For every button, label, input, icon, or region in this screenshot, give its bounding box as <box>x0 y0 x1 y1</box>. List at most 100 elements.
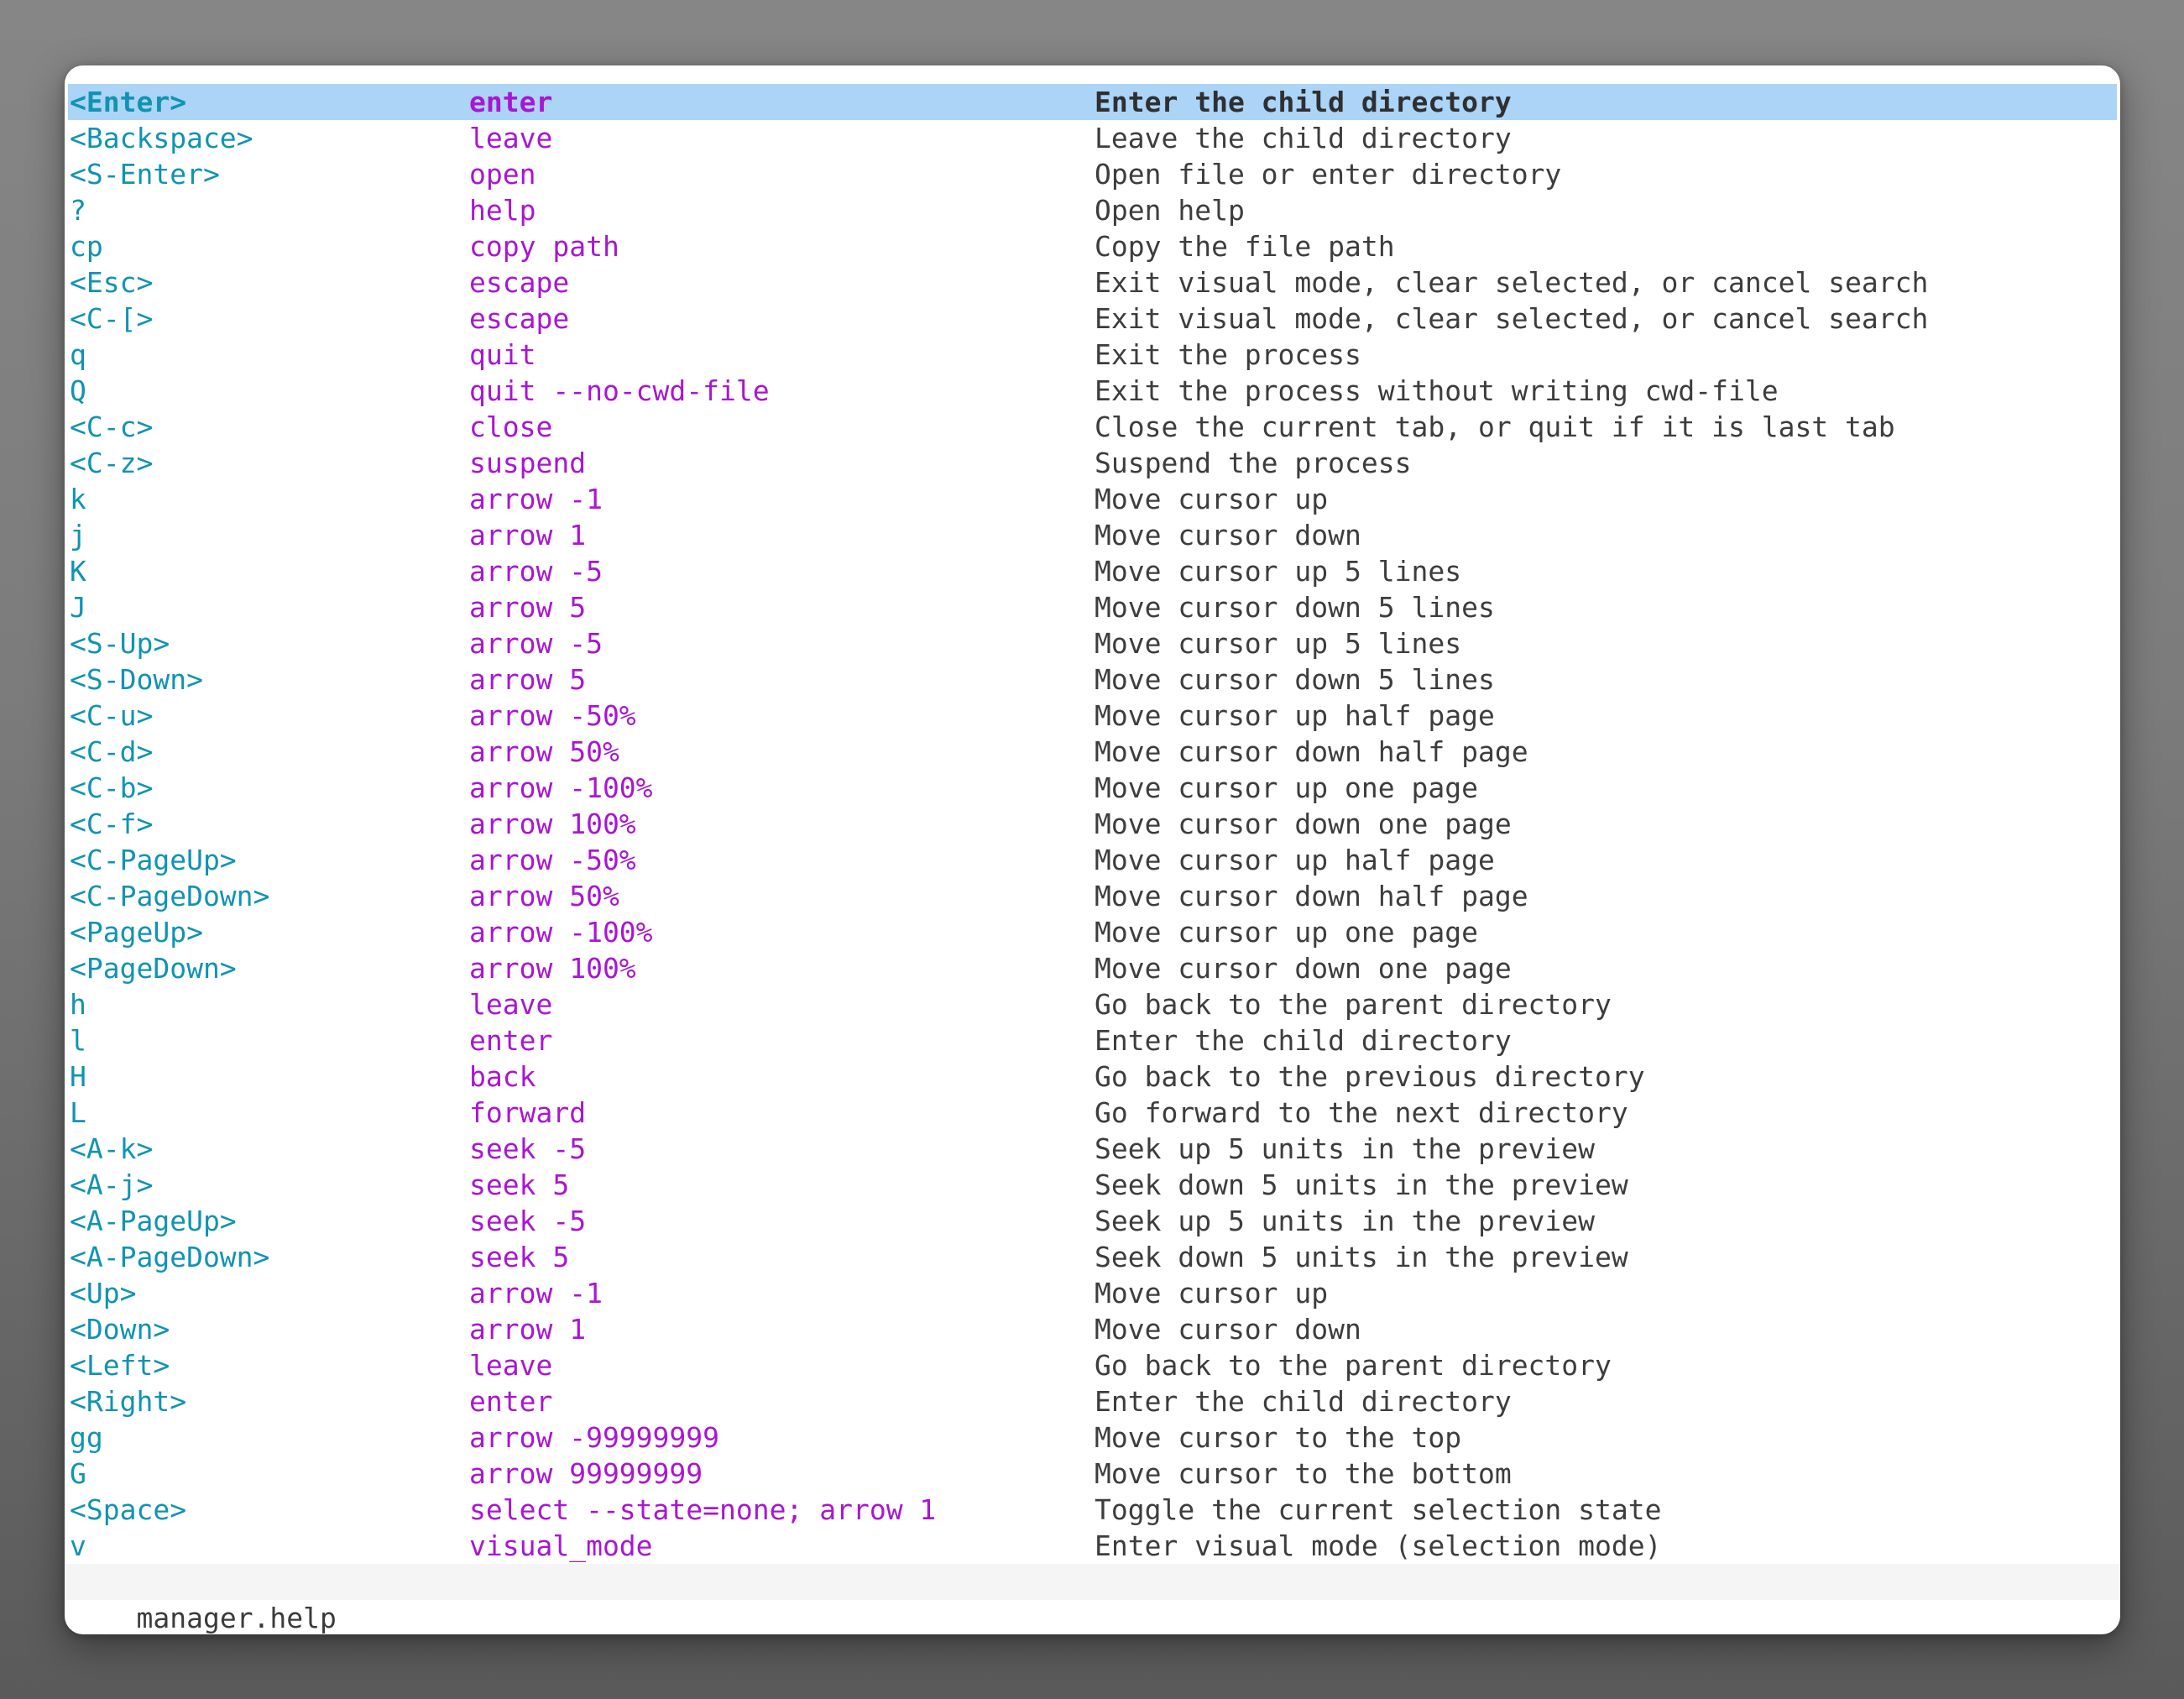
keybind-row[interactable]: <C-u> arrow -50% Move cursor up half pag… <box>68 698 2117 734</box>
keybind-row[interactable]: <Down> arrow 1 Move cursor down <box>68 1311 2117 1347</box>
keybind-row[interactable]: <PageUp> arrow -100% Move cursor up one … <box>68 914 2117 950</box>
keybind-command: forward <box>469 1095 1095 1131</box>
keybind-command: enter <box>469 1022 1095 1059</box>
keybind-row[interactable]: cp copy path Copy the file path <box>68 228 2117 264</box>
keybind-row[interactable]: <A-PageUp> seek -5 Seek up 5 units in th… <box>68 1203 2117 1239</box>
keybind-description: Move cursor up 5 lines <box>1095 625 2117 661</box>
keybind-description: Enter visual mode (selection mode) <box>1095 1528 2117 1564</box>
keybind-description: Enter the child directory <box>1095 1383 2117 1419</box>
keybind-description: Go back to the parent directory <box>1095 1347 2117 1383</box>
keybind-key: <Backspace> <box>70 120 469 156</box>
keybind-row[interactable]: k arrow -1 Move cursor up <box>68 481 2117 517</box>
keybind-description: Exit visual mode, clear selected, or can… <box>1095 264 2117 301</box>
keybind-row[interactable]: <Up> arrow -1 Move cursor up <box>68 1275 2117 1311</box>
keybind-row[interactable]: <S-Up> arrow -5 Move cursor up 5 lines <box>68 625 2117 661</box>
keybind-row[interactable]: <C-PageUp> arrow -50% Move cursor up hal… <box>68 842 2117 878</box>
keybind-command: arrow 1 <box>469 517 1095 553</box>
keybind-row[interactable]: K arrow -5 Move cursor up 5 lines <box>68 553 2117 589</box>
keybind-row[interactable]: <C-b> arrow -100% Move cursor up one pag… <box>68 770 2117 806</box>
keybind-command: arrow 5 <box>469 661 1095 698</box>
keybind-key: <A-k> <box>70 1131 469 1167</box>
keybind-key: <A-j> <box>70 1167 469 1203</box>
keybind-row[interactable]: L forward Go forward to the next directo… <box>68 1095 2117 1131</box>
keybind-row[interactable]: <C-c> close Close the current tab, or qu… <box>68 409 2117 445</box>
keybind-key: <Enter> <box>70 84 469 120</box>
keybind-key: <C-f> <box>70 806 469 842</box>
keybind-row[interactable]: gg arrow -99999999 Move cursor to the to… <box>68 1419 2117 1456</box>
keybind-row[interactable]: <A-PageDown> seek 5 Seek down 5 units in… <box>68 1239 2117 1275</box>
keybind-row[interactable]: h leave Go back to the parent directory <box>68 986 2117 1022</box>
keybind-description: Go back to the parent directory <box>1095 986 2117 1022</box>
keybind-key: cp <box>70 228 469 264</box>
keybind-row[interactable]: <A-k> seek -5 Seek up 5 units in the pre… <box>68 1131 2117 1167</box>
keybind-description: Open file or enter directory <box>1095 156 2117 192</box>
keybind-row[interactable]: <C-[> escape Exit visual mode, clear sel… <box>68 301 2117 337</box>
keybind-description: Leave the child directory <box>1095 120 2117 156</box>
keybind-row[interactable]: <C-f> arrow 100% Move cursor down one pa… <box>68 806 2117 842</box>
keybind-key: <Left> <box>70 1347 469 1383</box>
keybind-row[interactable]: ? help Open help <box>68 192 2117 228</box>
keybind-row[interactable]: <Space> select --state=none; arrow 1 Tog… <box>68 1492 2117 1528</box>
keybind-row[interactable]: <S-Enter> open Open file or enter direct… <box>68 156 2117 192</box>
keybind-description: Move cursor up half page <box>1095 842 2117 878</box>
keybind-row[interactable]: H back Go back to the previous directory <box>68 1059 2117 1095</box>
keybind-row[interactable]: v visual_mode Enter visual mode (selecti… <box>68 1528 2117 1564</box>
keybind-command: close <box>469 409 1095 445</box>
keybind-command: arrow -100% <box>469 914 1095 950</box>
keybind-description: Move cursor up half page <box>1095 698 2117 734</box>
keybind-description: Move cursor down <box>1095 1311 2117 1347</box>
keybind-command: back <box>469 1059 1095 1095</box>
keybind-description: Move cursor to the top <box>1095 1419 2117 1456</box>
keybind-row[interactable]: q quit Exit the process <box>68 337 2117 373</box>
keybind-key: <PageDown> <box>70 950 469 986</box>
keybind-description: Enter the child directory <box>1095 1022 2117 1059</box>
keybind-command: arrow -5 <box>469 625 1095 661</box>
keybind-row[interactable]: <Right> enter Enter the child directory <box>68 1383 2117 1419</box>
keybind-row[interactable]: <Esc> escape Exit visual mode, clear sel… <box>68 264 2117 301</box>
keybind-row[interactable]: <Backspace> leave Leave the child direct… <box>68 120 2117 156</box>
keybind-row[interactable]: <Left> leave Go back to the parent direc… <box>68 1347 2117 1383</box>
keybind-command: enter <box>469 1383 1095 1419</box>
keybind-row[interactable]: <S-Down> arrow 5 Move cursor down 5 line… <box>68 661 2117 698</box>
keybind-command: leave <box>469 1347 1095 1383</box>
keybind-row[interactable]: j arrow 1 Move cursor down <box>68 517 2117 553</box>
keybind-row[interactable]: <Enter> enter Enter the child directory <box>68 84 2117 120</box>
status-layer-label: manager.help <box>136 1602 336 1634</box>
keybind-key: <C-z> <box>70 445 469 481</box>
keybind-command: seek -5 <box>469 1203 1095 1239</box>
keybind-description: Open help <box>1095 192 2117 228</box>
keybind-list: <Enter> enter Enter the child directory … <box>68 84 2117 1564</box>
keybind-description: Move cursor down one page <box>1095 806 2117 842</box>
keybind-key: <C-PageUp> <box>70 842 469 878</box>
keybind-row[interactable]: G arrow 99999999 Move cursor to the bott… <box>68 1456 2117 1492</box>
keybind-key: v <box>70 1528 469 1564</box>
keybind-description: Exit the process without writing cwd-fil… <box>1095 373 2117 409</box>
keybind-key: <A-PageUp> <box>70 1203 469 1239</box>
keybind-description: Move cursor down half page <box>1095 878 2117 914</box>
keybind-description: Exit visual mode, clear selected, or can… <box>1095 301 2117 337</box>
keybind-key: <PageUp> <box>70 914 469 950</box>
keybind-description: Move cursor up one page <box>1095 914 2117 950</box>
keybind-row[interactable]: <PageDown> arrow 100% Move cursor down o… <box>68 950 2117 986</box>
keybind-row[interactable]: Q quit --no-cwd-file Exit the process wi… <box>68 373 2117 409</box>
keybind-row[interactable]: <C-z> suspend Suspend the process <box>68 445 2117 481</box>
keybind-description: Move cursor up 5 lines <box>1095 553 2117 589</box>
keybind-key: <Esc> <box>70 264 469 301</box>
keybind-command: seek 5 <box>469 1167 1095 1203</box>
keybind-key: <S-Down> <box>70 661 469 698</box>
keybind-command: arrow -100% <box>469 770 1095 806</box>
keybind-description: Suspend the process <box>1095 445 2117 481</box>
keybind-row[interactable]: <C-PageDown> arrow 50% Move cursor down … <box>68 878 2117 914</box>
keybind-command: copy path <box>469 228 1095 264</box>
keybind-command: arrow -1 <box>469 481 1095 517</box>
keybind-row[interactable]: J arrow 5 Move cursor down 5 lines <box>68 589 2117 625</box>
keybind-key: Q <box>70 373 469 409</box>
keybind-command: arrow -50% <box>469 842 1095 878</box>
keybind-command: arrow 1 <box>469 1311 1095 1347</box>
keybind-key: h <box>70 986 469 1022</box>
keybind-row[interactable]: <C-d> arrow 50% Move cursor down half pa… <box>68 734 2117 770</box>
keybind-key: l <box>70 1022 469 1059</box>
keybind-row[interactable]: l enter Enter the child directory <box>68 1022 2117 1059</box>
keybind-row[interactable]: <A-j> seek 5 Seek down 5 units in the pr… <box>68 1167 2117 1203</box>
keybind-command: escape <box>469 301 1095 337</box>
